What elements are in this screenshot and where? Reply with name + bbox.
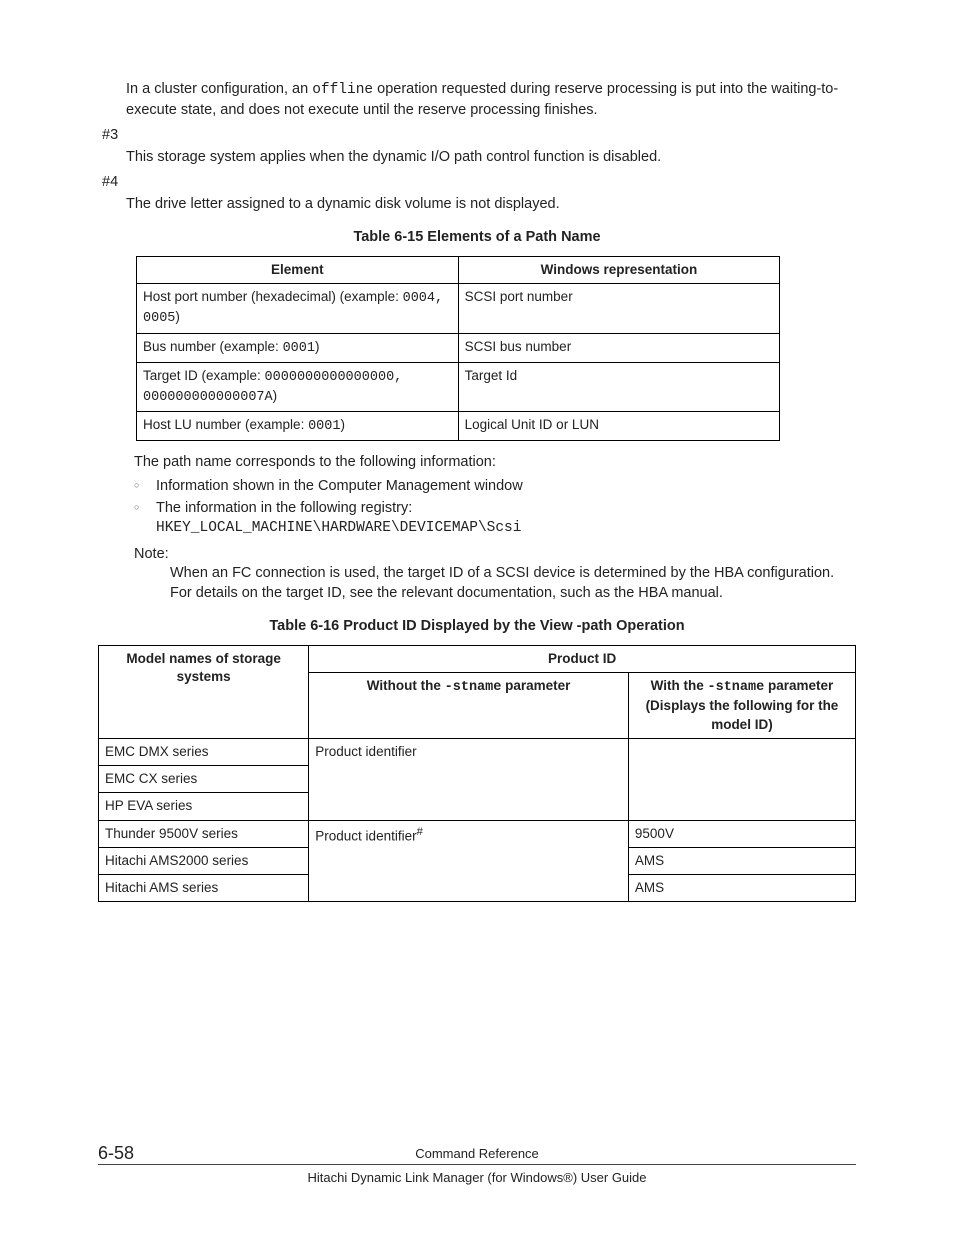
registry-path: HKEY_LOCAL_MACHINE\HARDWARE\DEVICEMAP\Sc…	[156, 520, 521, 536]
para-cluster: In a cluster configuration, an offline o…	[126, 80, 856, 120]
table16-h-pid: Product ID	[309, 645, 856, 672]
hash4-text: The drive letter assigned to a dynamic d…	[126, 195, 856, 215]
table-row: Target ID (example: 0000000000000000, 00…	[137, 362, 780, 411]
list-item: Information shown in the Computer Manage…	[134, 477, 856, 497]
para-cluster-code: offline	[312, 82, 373, 98]
table-row: EMC DMX series Product identifier	[99, 738, 856, 765]
footer-section: Command Reference	[415, 1146, 539, 1161]
page-number: 6-58	[98, 1141, 134, 1165]
footer-doc: Hitachi Dynamic Link Manager (for Window…	[307, 1170, 646, 1185]
table16-h-model: Model names of storage systems	[99, 645, 309, 738]
para-cluster-a: In a cluster configuration, an	[126, 81, 312, 97]
table-row: Host LU number (example: 0001) Logical U…	[137, 412, 780, 441]
table15: Element Windows representation Host port…	[136, 256, 780, 442]
table-row: Host port number (hexadecimal) (example:…	[137, 284, 780, 333]
note-text: When an FC connection is used, the targe…	[170, 564, 856, 603]
hash3-label: #3	[102, 126, 856, 146]
page-footer: 6-58 Command Reference Hitachi Dynamic L…	[98, 1145, 856, 1187]
table16-title: Table 6-16 Product ID Displayed by the V…	[98, 617, 856, 637]
para-pathname: The path name corresponds to the followi…	[134, 453, 856, 473]
table15-h2: Windows representation	[458, 256, 780, 283]
table16: Model names of storage systems Product I…	[98, 645, 856, 902]
table15-title: Table 6-15 Elements of a Path Name	[98, 228, 856, 248]
hash3-text: This storage system applies when the dyn…	[126, 148, 856, 168]
table16-h-without: Without the -stname parameter	[309, 673, 629, 739]
table16-h-with: With the -stname parameter (Displays the…	[628, 673, 855, 739]
table15-h1: Element	[137, 256, 459, 283]
list-item: The information in the following registr…	[134, 499, 856, 539]
table-row: Thunder 9500V series Product identifier#…	[99, 820, 856, 847]
note-label: Note:	[134, 545, 856, 565]
hash4-label: #4	[102, 173, 856, 193]
bullet-list: Information shown in the Computer Manage…	[134, 477, 856, 539]
table-row: Bus number (example: 0001) SCSI bus numb…	[137, 333, 780, 362]
